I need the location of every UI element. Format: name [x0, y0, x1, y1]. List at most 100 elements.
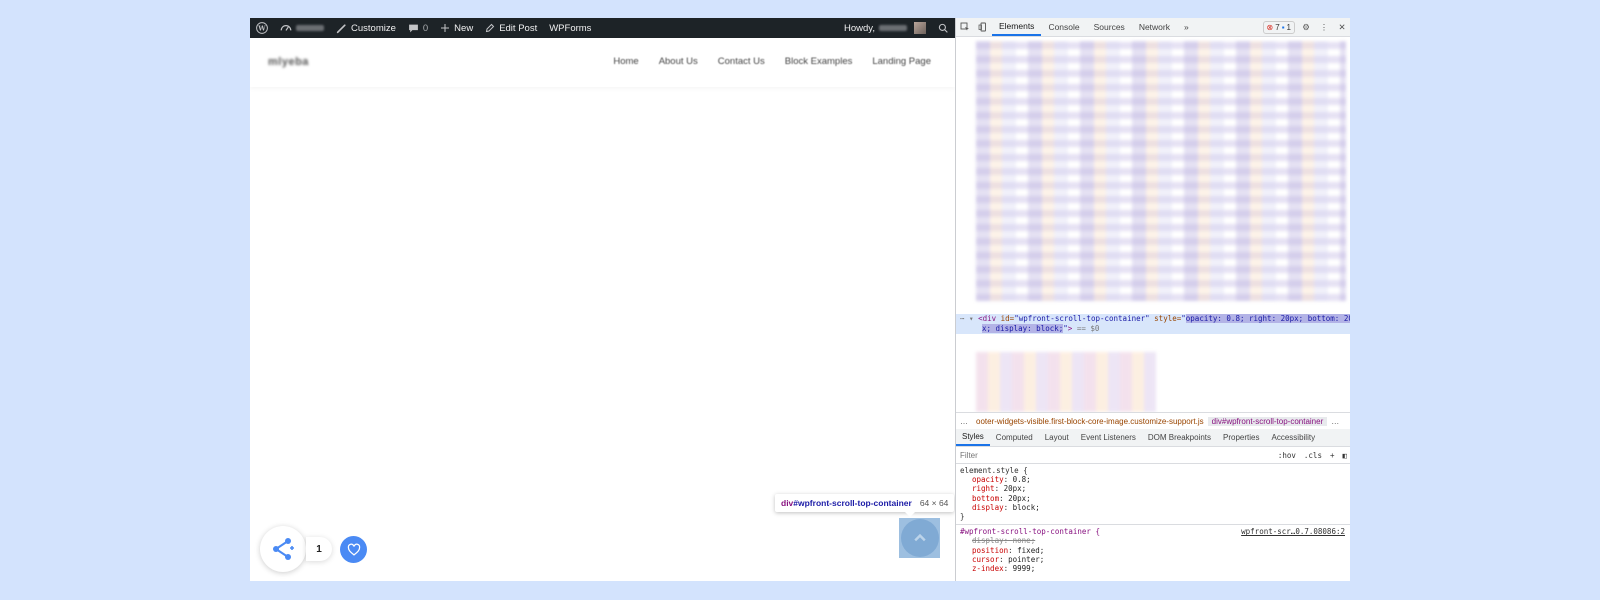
- site-name-blurred: [296, 25, 324, 31]
- svg-text:W: W: [257, 24, 266, 32]
- tab-network[interactable]: Network: [1132, 18, 1177, 36]
- tooltip-id: #wpfront-scroll-top-container: [793, 498, 912, 508]
- kebab-menu-icon[interactable]: ⋮: [1315, 18, 1333, 36]
- share-button[interactable]: [260, 526, 306, 572]
- element-style-selector: element.style {: [960, 466, 1028, 475]
- scroll-top-button[interactable]: [900, 519, 939, 557]
- device-toolbar-icon[interactable]: [974, 18, 992, 36]
- breadcrumb-ellipsis[interactable]: …: [956, 417, 972, 426]
- nav-item-landing-page[interactable]: Landing Page: [872, 56, 931, 67]
- rule-prop-display[interactable]: display: none;: [960, 536, 1347, 545]
- gear-icon[interactable]: ⚙: [1297, 18, 1315, 36]
- dom-tree-blurred-content-2: [976, 352, 1156, 412]
- share-count: 1: [306, 537, 332, 561]
- nav-item-block-examples[interactable]: Block Examples: [785, 56, 853, 67]
- edit-post-label: Edit Post: [499, 22, 538, 34]
- rule-selector: #wpfront-scroll-top-container {: [960, 527, 1100, 537]
- error-icon: ⊗: [1266, 22, 1274, 32]
- close-icon[interactable]: ✕: [1333, 18, 1350, 36]
- new-content-button[interactable]: New: [434, 18, 479, 38]
- site-logo[interactable]: mlyeba: [268, 56, 309, 68]
- devtools-toolbar: Elements Console Sources Network » ⊗ 7 ▪…: [956, 18, 1350, 37]
- selected-dom-node[interactable]: ⋯ ▾ <div id="wpfront-scroll-top-containe…: [956, 314, 1350, 334]
- dashboard-icon: [280, 25, 292, 31]
- howdy-label: Howdy,: [844, 22, 875, 34]
- site-header: mlyeba Home About Us Contact Us Block Ex…: [250, 38, 955, 87]
- primary-nav: Home About Us Contact Us Block Examples …: [613, 56, 931, 67]
- node-attr-id-value: "wpfront-scroll-top-container": [1014, 314, 1150, 323]
- more-tabs-button[interactable]: »: [1177, 18, 1196, 36]
- node-tag-open: <div: [978, 314, 997, 323]
- node-attr-style-name: style=: [1154, 314, 1182, 323]
- new-label: New: [454, 22, 474, 34]
- message-icon: ▪: [1281, 22, 1285, 32]
- chevron-up-icon: [913, 533, 926, 542]
- node-tag-close: >: [1067, 324, 1073, 333]
- styles-pane: element.style { opacity: 0.8; right: 20p…: [956, 464, 1350, 581]
- customize-label: Customize: [351, 22, 396, 34]
- style-prop-display[interactable]: display: block;: [960, 503, 1347, 512]
- issues-badge[interactable]: ⊗ 7 ▪ 1: [1262, 20, 1295, 34]
- tooltip-tag: div: [781, 498, 794, 508]
- scroll-top-highlight[interactable]: [899, 518, 940, 558]
- nav-item-home[interactable]: Home: [613, 56, 638, 67]
- new-rule-icon[interactable]: +: [1326, 451, 1339, 460]
- tab-sources[interactable]: Sources: [1087, 18, 1132, 36]
- style-prop-right[interactable]: right: 20px;: [960, 484, 1347, 493]
- breadcrumb-trailing[interactable]: …: [1327, 417, 1343, 426]
- dom-tree-blurred-content: [976, 41, 1346, 301]
- heart-icon: [347, 543, 360, 556]
- devtools-panel: Elements Console Sources Network » ⊗ 7 ▪…: [955, 18, 1350, 581]
- edit-post-button[interactable]: Edit Post: [479, 18, 543, 38]
- rule-prop-z-index[interactable]: z-index: 9999;: [960, 564, 1347, 573]
- rule-prop-cursor[interactable]: cursor: pointer;: [960, 555, 1347, 564]
- tooltip-dims: 64 × 64: [919, 498, 949, 508]
- comments-button[interactable]: 0: [402, 18, 434, 38]
- wordpress-icon: W: [256, 22, 268, 34]
- node-style-value-1[interactable]: opacity: 0.8; right: 20px; bottom: 20p: [1185, 314, 1350, 323]
- nav-item-contact-us[interactable]: Contact Us: [718, 56, 765, 67]
- styles-filter-input[interactable]: [956, 449, 1274, 461]
- styles-subtabs: Styles Computed Layout Event Listeners D…: [956, 429, 1350, 447]
- like-button[interactable]: [340, 536, 367, 563]
- tab-event-listeners[interactable]: Event Listeners: [1075, 429, 1142, 446]
- tab-layout[interactable]: Layout: [1039, 429, 1075, 446]
- error-count: 7: [1275, 22, 1280, 32]
- style-prop-opacity[interactable]: opacity: 0.8;: [960, 475, 1347, 484]
- dom-breadcrumbs: … ooter-widgets-visible.first-block-core…: [956, 412, 1350, 430]
- cls-toggle[interactable]: .cls: [1300, 451, 1326, 460]
- node-style-value-2[interactable]: x; display: block;: [982, 324, 1064, 333]
- plus-icon: [441, 24, 450, 32]
- style-prop-bottom[interactable]: bottom: 20px;: [960, 494, 1347, 503]
- tab-elements[interactable]: Elements: [992, 18, 1042, 36]
- inspect-tooltip: div#wpfront-scroll-top-container 64 × 64: [775, 494, 955, 517]
- breadcrumb-selected[interactable]: div#wpfront-scroll-top-container: [1207, 416, 1328, 426]
- admin-search-button[interactable]: [932, 18, 955, 38]
- wpforms-label: WPForms: [549, 22, 592, 34]
- search-icon: [938, 23, 948, 33]
- wp-logo-button[interactable]: W: [250, 18, 274, 38]
- tab-styles[interactable]: Styles: [956, 429, 990, 446]
- dom-tree[interactable]: ⋯ ▾ <div id="wpfront-scroll-top-containe…: [956, 37, 1350, 412]
- breadcrumb-body[interactable]: ooter-widgets-visible.first-block-core-i…: [972, 417, 1208, 426]
- account-menu[interactable]: Howdy,: [838, 18, 932, 38]
- rule-source-link[interactable]: wpfront-scr…0.7.08086:2: [1241, 527, 1345, 536]
- node-dollar-zero: == $0: [1076, 324, 1100, 333]
- customize-button[interactable]: Customize: [330, 18, 402, 38]
- tab-dom-breakpoints[interactable]: DOM Breakpoints: [1142, 429, 1217, 446]
- inspect-element-icon[interactable]: [956, 18, 974, 36]
- rule-prop-position[interactable]: position: fixed;: [960, 546, 1347, 555]
- wpforms-menu[interactable]: WPForms: [543, 18, 597, 38]
- toggle-sidebar-icon[interactable]: ◧: [1338, 451, 1350, 460]
- styles-filter-row: :hov .cls + ◧: [956, 447, 1350, 464]
- nav-item-about-us[interactable]: About Us: [659, 56, 698, 67]
- tab-computed[interactable]: Computed: [990, 429, 1039, 446]
- wp-admin-bar: W Customize 0 New Edit Post WPForms Howd…: [250, 18, 955, 38]
- tab-console[interactable]: Console: [1041, 18, 1086, 36]
- hov-toggle[interactable]: :hov: [1274, 451, 1300, 460]
- tab-accessibility[interactable]: Accessibility: [1266, 429, 1322, 446]
- site-name-menu[interactable]: [274, 18, 330, 38]
- tab-properties[interactable]: Properties: [1217, 429, 1265, 446]
- browser-window: W Customize 0 New Edit Post WPForms Howd…: [250, 18, 1350, 581]
- comments-count: 0: [422, 22, 429, 34]
